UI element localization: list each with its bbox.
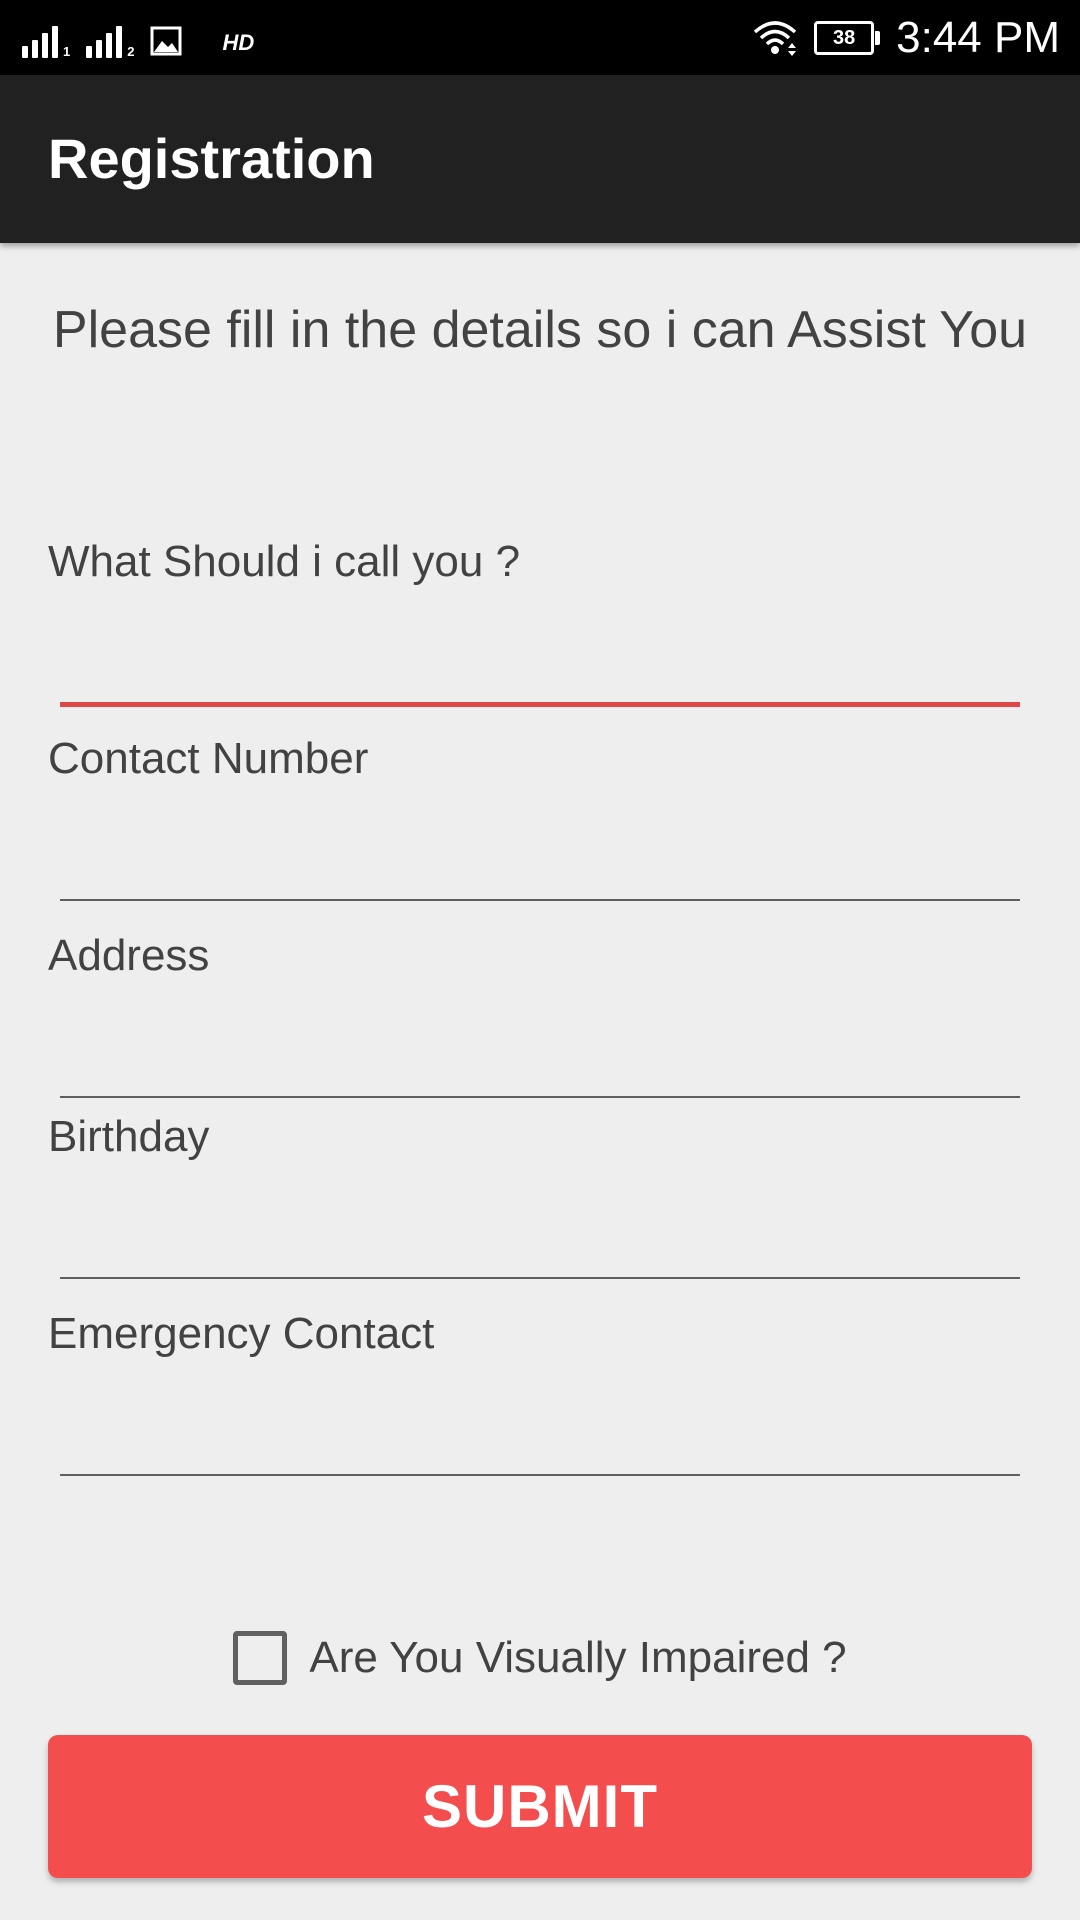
birthday-field: Birthday (0, 1112, 1080, 1292)
address-input[interactable] (60, 1031, 1020, 1087)
network-type-label: HD (222, 30, 255, 55)
page-title: Registration (48, 127, 375, 190)
status-time: 3:44 PM (896, 13, 1060, 62)
intro-text: Please fill in the details so i can Assi… (52, 301, 1028, 359)
birthday-input[interactable] (60, 1212, 1020, 1268)
contact-number-field: Contact Number (0, 734, 1080, 914)
name-field: What Should i call you ? (0, 537, 1080, 717)
birthday-label: Birthday (48, 1112, 210, 1161)
battery-icon: 38 (814, 21, 881, 55)
contact-number-label: Contact Number (48, 734, 369, 783)
name-underline (60, 702, 1020, 707)
emergency-contact-field: Emergency Contact (0, 1309, 1080, 1489)
address-label: Address (48, 931, 210, 980)
address-field: Address (0, 931, 1080, 1111)
sim2-label: 2 (127, 44, 135, 59)
name-input[interactable] (60, 637, 1020, 693)
emergency-contact-underline (60, 1474, 1020, 1476)
birthday-underline (60, 1277, 1020, 1279)
wifi-icon (753, 21, 797, 56)
sim1-label: 1 (63, 44, 71, 59)
signal-icon: 1 (22, 22, 70, 58)
emergency-contact-input[interactable] (60, 1409, 1020, 1465)
status-bar-left: 1 2 HD (22, 18, 254, 58)
contact-number-underline (60, 899, 1020, 901)
app-bar: Registration (0, 75, 1080, 243)
contact-number-input[interactable] (60, 834, 1020, 890)
emergency-contact-label: Emergency Contact (48, 1309, 435, 1358)
name-label: What Should i call you ? (48, 537, 521, 586)
image-icon (150, 26, 182, 56)
submit-button[interactable]: SUBMIT (48, 1735, 1032, 1878)
battery-level: 38 (833, 27, 856, 49)
visually-impaired-label[interactable]: Are You Visually Impaired ? (309, 1633, 846, 1683)
visually-impaired-checkbox[interactable] (233, 1631, 288, 1685)
status-bar: 1 2 HD 38 3:44 PM (0, 0, 1080, 75)
signal-icon: 2 (86, 22, 134, 58)
visually-impaired-row[interactable]: Are You Visually Impaired ? (0, 1630, 1080, 1686)
address-underline (60, 1096, 1020, 1098)
status-bar-right: 38 3:44 PM (752, 8, 1060, 68)
